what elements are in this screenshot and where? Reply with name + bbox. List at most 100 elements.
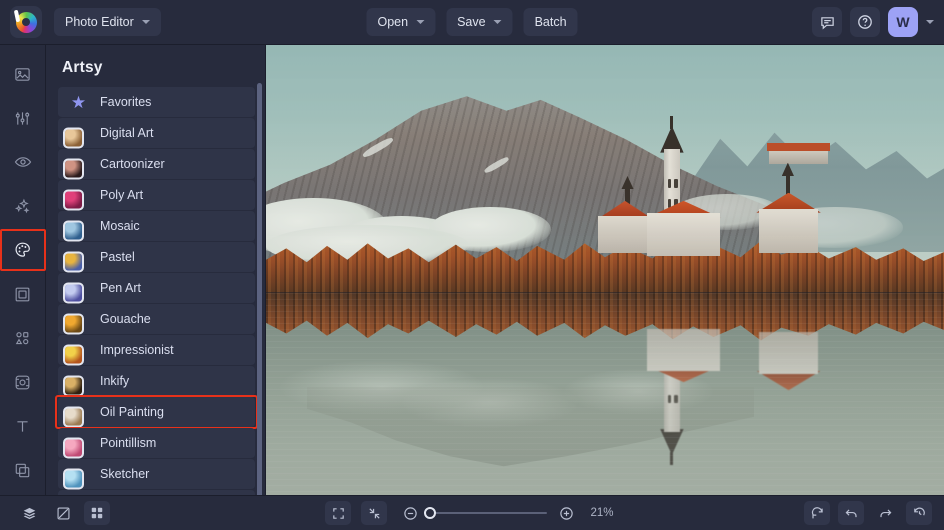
collapse-arrows-icon: [368, 507, 380, 519]
fullscreen-button[interactable]: [325, 501, 351, 525]
question-circle-icon: [858, 15, 872, 29]
list-item[interactable]: Pastel: [58, 242, 255, 273]
feedback-button[interactable]: [812, 7, 842, 37]
list-item-label: Oil Painting: [100, 405, 164, 419]
zoom-controls-group: 21%: [325, 501, 619, 525]
open-label: Open: [377, 15, 409, 29]
open-button[interactable]: Open: [366, 8, 436, 36]
help-button[interactable]: [850, 7, 880, 37]
chevron-down-icon: [141, 20, 150, 24]
zoom-slider-group[interactable]: 21%: [397, 501, 619, 525]
image-viewport[interactable]: [266, 45, 944, 495]
filter-list[interactable]: ★ Favorites Digital Art Cartoonizer Poly Art…: [46, 87, 265, 495]
rail-item-effects[interactable]: [8, 191, 38, 221]
zoom-out-button[interactable]: [397, 501, 423, 525]
bottom-toolbar: 21%: [0, 495, 944, 530]
photo-editor-app: Photo Editor Open Save Batch W Artsy ★ F…: [0, 0, 944, 530]
poly-art-thumb: [63, 189, 84, 210]
sidebar-scrollbar-thumb[interactable]: [257, 83, 262, 513]
account-actions-group: W: [812, 7, 934, 37]
user-avatar[interactable]: W: [888, 7, 918, 37]
list-item-label: Pastel: [100, 250, 135, 264]
list-item-label: Favorites: [100, 95, 152, 109]
batch-button[interactable]: Batch: [523, 8, 578, 36]
list-item-label: Impressionist: [100, 343, 174, 357]
impressionist-thumb: [63, 344, 84, 365]
layers-copy-icon: [15, 463, 30, 477]
list-item[interactable]: Impressionist: [58, 335, 255, 366]
compare-button[interactable]: [50, 501, 76, 525]
rail-item-frames[interactable]: [8, 279, 38, 309]
grid-view-button[interactable]: [84, 501, 110, 525]
rail-item-layers[interactable]: [8, 455, 38, 485]
rail-item-adjust[interactable]: [8, 103, 38, 133]
list-item[interactable]: ★ Favorites: [58, 87, 255, 118]
list-item-label: Mosaic: [100, 219, 140, 233]
photo-color-grade: [266, 45, 944, 495]
oil-painting-thumb: [63, 406, 84, 427]
panel-title: Artsy: [62, 59, 103, 76]
app-switcher-button[interactable]: Photo Editor: [54, 8, 161, 36]
pastel-thumb: [63, 251, 84, 272]
save-button[interactable]: Save: [446, 8, 513, 36]
batch-label: Batch: [534, 15, 567, 29]
account-chevron-down-icon[interactable]: [926, 20, 934, 24]
list-item[interactable]: Digital Art: [58, 118, 255, 149]
undo-button[interactable]: [838, 501, 864, 525]
list-item[interactable]: Mosaic: [58, 211, 255, 242]
list-item-label: Pointillism: [100, 436, 157, 450]
fit-to-screen-button[interactable]: [361, 501, 387, 525]
layers-button[interactable]: [16, 501, 42, 525]
inkify-thumb: [63, 375, 84, 396]
list-item-label: Digital Art: [100, 126, 154, 140]
picture-icon: [15, 67, 30, 81]
mosaic-thumb: [63, 220, 84, 241]
palette-icon: [14, 242, 30, 257]
history-tools-group: [804, 501, 932, 525]
list-item[interactable]: Pointillism: [58, 428, 255, 459]
sparkles-icon: [14, 198, 30, 213]
history-button[interactable]: [906, 501, 932, 525]
compare-split-icon: [57, 507, 70, 520]
view-tools-group: [16, 501, 110, 525]
star-icon: ★: [70, 92, 87, 112]
color-wheel-logo[interactable]: [10, 6, 42, 38]
list-item-label: Poly Art: [100, 188, 144, 202]
editor-body: Artsy ★ Favorites Digital Art Cartoonizer Po…: [0, 45, 944, 513]
list-item[interactable]: Pen Art: [58, 273, 255, 304]
frame-icon: [15, 287, 30, 301]
rail-item-retouch[interactable]: [8, 147, 38, 177]
undo-arrow-icon: [845, 509, 857, 517]
list-item[interactable]: Sketcher: [58, 459, 255, 490]
rail-item-artsy[interactable]: [0, 229, 46, 271]
reset-view-button[interactable]: [804, 501, 830, 525]
avatar-initial: W: [896, 14, 910, 30]
list-item-label: Gouache: [100, 312, 151, 326]
rail-item-image[interactable]: [8, 59, 38, 89]
sketcher-thumb: [63, 468, 84, 489]
text-t-icon: [17, 420, 28, 432]
rail-item-focus[interactable]: [8, 367, 38, 397]
refresh-icon: [811, 506, 823, 518]
lake-bled-island-church-photo[interactable]: [266, 45, 944, 495]
list-item-label: Cartoonizer: [100, 157, 165, 171]
eye-icon: [14, 157, 31, 167]
file-actions-group: Open Save Batch: [366, 8, 578, 36]
pen-art-thumb: [63, 282, 84, 303]
list-item[interactable]: Gouache: [58, 304, 255, 335]
focus-crop-icon: [15, 375, 30, 389]
redo-button[interactable]: [872, 501, 898, 525]
zoom-slider-track[interactable]: [424, 507, 547, 519]
list-item[interactable]: Poly Art: [58, 180, 255, 211]
zoom-in-button[interactable]: [553, 501, 579, 525]
zoom-slider-thumb[interactable]: [424, 507, 436, 519]
list-item-label: Sketcher: [100, 467, 150, 481]
pointillism-thumb: [63, 437, 84, 458]
redo-arrow-icon: [879, 509, 891, 517]
rail-item-text[interactable]: [8, 411, 38, 441]
list-item[interactable]: Cartoonizer: [58, 149, 255, 180]
list-item[interactable]: Oil Painting: [55, 395, 258, 429]
stack-icon: [23, 507, 35, 519]
list-item[interactable]: Inkify: [58, 366, 255, 397]
rail-item-overlays[interactable]: [8, 323, 38, 353]
